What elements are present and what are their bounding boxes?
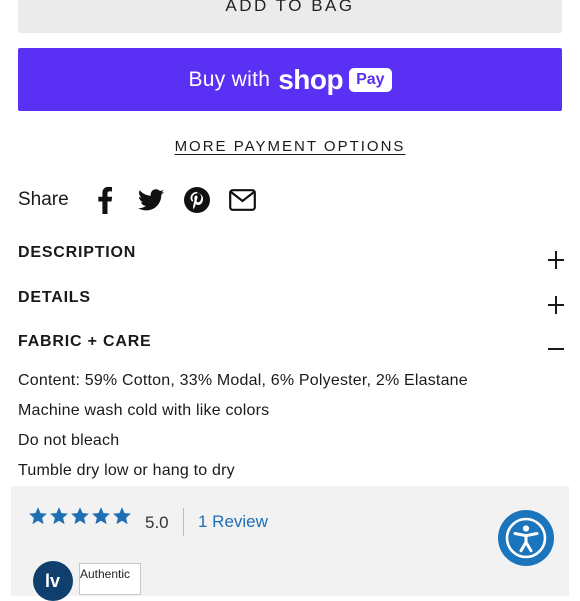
accordion-details[interactable]: DETAILS <box>18 285 564 314</box>
star-icon <box>29 507 47 525</box>
shop-pay-buy-with-text: Buy with <box>188 67 271 91</box>
accordion-description-title: DESCRIPTION <box>18 244 137 261</box>
accordion-fabric-care-title: FABRIC + CARE <box>18 333 152 350</box>
email-icon[interactable] <box>229 186 257 214</box>
authentic-logo: lv <box>33 561 73 601</box>
add-to-bag-label: ADD TO BAG <box>225 0 355 15</box>
plus-icon <box>546 251 564 269</box>
share-row: Share <box>18 184 275 216</box>
accordion-fabric-care[interactable]: FABRIC + CARE <box>18 329 564 355</box>
accessibility-icon <box>505 517 547 559</box>
share-label: Share <box>18 189 69 210</box>
care-line: Tumble dry low or hang to dry <box>18 462 235 479</box>
star-rating <box>28 506 133 526</box>
star-icon <box>92 507 110 525</box>
review-count-link[interactable]: 1 Review <box>198 512 268 532</box>
pay-badge: Pay <box>349 67 392 92</box>
accordion-description[interactable]: DESCRIPTION <box>18 240 564 269</box>
accessibility-button[interactable] <box>498 510 554 566</box>
star-icon <box>71 507 89 525</box>
authentic-badge-text: Authentic <box>80 567 131 581</box>
care-line: Machine wash cold with like colors <box>18 402 270 419</box>
authentic-badge: Authentic <box>79 563 141 595</box>
plus-icon <box>546 296 564 314</box>
more-payment-options-link[interactable]: MORE PAYMENT OPTIONS <box>175 138 406 155</box>
shop-pay-button[interactable]: Buy with shop Pay <box>18 48 562 111</box>
add-to-bag-button[interactable]: ADD TO BAG <box>18 0 562 33</box>
rating-value: 5.0 <box>145 513 169 532</box>
fabric-content-line: Content: 59% Cotton, 33% Modal, 6% Polye… <box>18 372 468 389</box>
star-icon <box>113 507 131 525</box>
facebook-icon[interactable] <box>91 186 119 214</box>
shop-logo-text: shop <box>278 63 344 95</box>
twitter-icon[interactable] <box>137 186 165 214</box>
minus-icon <box>546 340 564 358</box>
star-icon <box>50 507 68 525</box>
divider <box>183 508 184 536</box>
pinterest-icon[interactable] <box>183 186 211 214</box>
care-line: Do not bleach <box>18 432 120 449</box>
more-payment-options: MORE PAYMENT OPTIONS <box>0 138 580 156</box>
accordion-details-title: DETAILS <box>18 289 91 306</box>
